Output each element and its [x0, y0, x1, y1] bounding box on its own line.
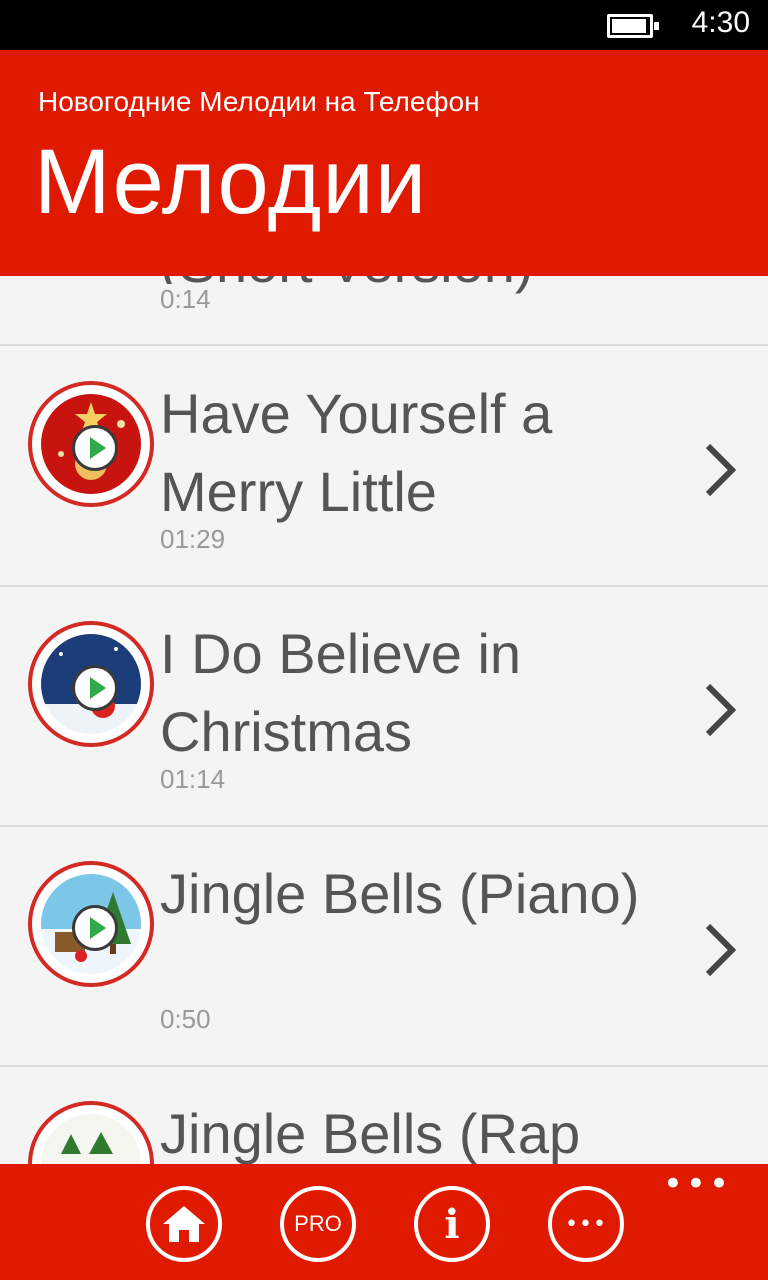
item-title: Have Yourself a Merry Little Christmas — [160, 382, 553, 545]
item-duration: 0:14 — [160, 284, 211, 315]
app-title: Новогодние Мелодии на Телефон — [38, 86, 480, 117]
item-title: Jingle Bells (Rap — [160, 1102, 581, 1164]
item-duration: 0:50 — [160, 1004, 211, 1035]
chevron-right-icon — [705, 683, 737, 737]
list-item[interactable]: Jingle Bells (Piano) 0:50 — [0, 827, 768, 1067]
melody-list[interactable]: (Short Version) 0:14 Have Yourself a Mer… — [0, 276, 768, 1164]
play-icon[interactable] — [72, 665, 118, 711]
app-bar-overflow-button[interactable]: ••• — [663, 1167, 732, 1201]
play-icon[interactable] — [72, 905, 118, 951]
more-icon: ••• — [565, 1211, 607, 1237]
item-title: I Do Believe in Christmas — [160, 622, 522, 763]
chevron-right-icon — [705, 923, 737, 977]
more-button[interactable]: ••• — [548, 1186, 624, 1262]
info-icon: i — [444, 1200, 460, 1248]
item-title: Jingle Bells (Piano) — [160, 862, 640, 925]
pro-label: PRO — [294, 1211, 342, 1236]
home-icon — [163, 1206, 205, 1242]
clock: 4:30 — [691, 6, 750, 39]
santa-night-thumbnail — [28, 621, 154, 747]
info-button[interactable]: i — [414, 1186, 490, 1262]
header: Новогодние Мелодии на Телефон Мелодии — [0, 50, 768, 276]
home-button[interactable] — [146, 1186, 222, 1262]
holly-thumbnail — [28, 1101, 154, 1164]
item-duration: 01:29 — [160, 524, 226, 555]
battery-icon — [607, 14, 659, 38]
status-bar: 4:30 — [0, 0, 768, 50]
list-item[interactable]: Have Yourself a Merry Little Christmas 0… — [0, 347, 768, 587]
page-title: Мелодии — [34, 131, 428, 233]
app-bar: ••• PRO i ••• — [0, 1164, 768, 1280]
list-item[interactable]: Jingle Bells (Rap — [0, 1067, 768, 1164]
item-duration: 01:14 — [160, 764, 226, 795]
chevron-right-icon — [705, 443, 737, 497]
list-item[interactable]: I Do Believe in Christmas 01:14 — [0, 587, 768, 827]
pro-button[interactable]: PRO — [280, 1186, 356, 1262]
list-item[interactable]: (Short Version) 0:14 — [0, 276, 768, 346]
red-ornament-thumbnail — [28, 381, 154, 507]
play-icon[interactable] — [72, 425, 118, 471]
snowy-tree-thumbnail — [28, 861, 154, 987]
